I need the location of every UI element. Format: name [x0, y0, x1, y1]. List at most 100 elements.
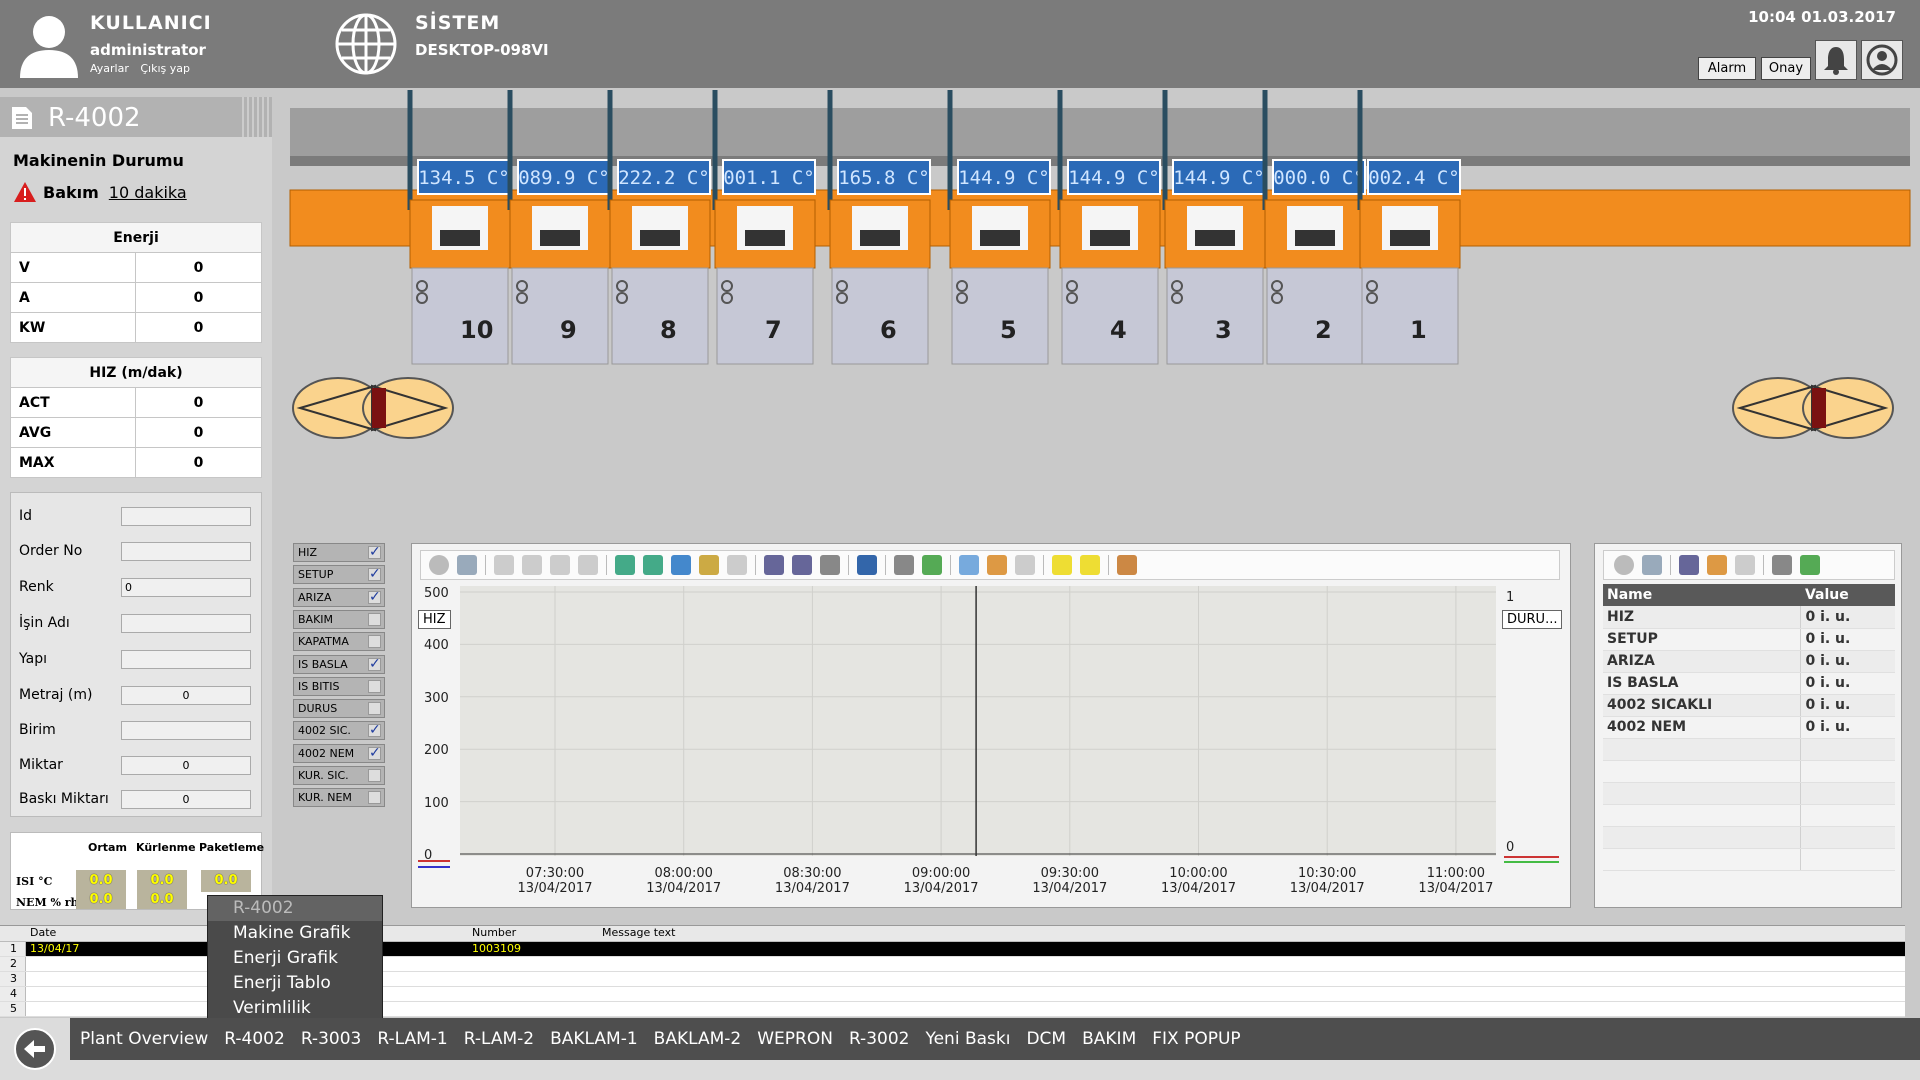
env-value: 0.0: [137, 891, 187, 909]
color-field[interactable]: 0: [121, 578, 251, 597]
help-icon[interactable]: [1614, 555, 1634, 575]
zoom-area-icon[interactable]: [615, 555, 635, 575]
temp-reading: 222.2 C°: [618, 167, 710, 189]
plot-area[interactable]: [460, 586, 1496, 856]
stats-icon[interactable]: [987, 555, 1007, 575]
checkbox[interactable]: ✓: [368, 657, 381, 671]
first-icon[interactable]: [494, 555, 514, 575]
right-reel-icon: [1732, 377, 1894, 439]
job-name-field[interactable]: [121, 614, 251, 633]
time-range-icon[interactable]: [820, 555, 840, 575]
series-toggle-4002-nem[interactable]: 4002 NEM ✓: [293, 743, 385, 763]
export-icon[interactable]: [922, 555, 942, 575]
nav-tab-r-3002[interactable]: R-3002: [849, 1029, 910, 1049]
empty-cell: [1603, 826, 1802, 849]
series-toggle-durus[interactable]: DURUS: [293, 699, 385, 719]
add-icon[interactable]: [1052, 555, 1072, 575]
field-label: Yapı: [19, 651, 47, 667]
nav-tab-r-lam-1[interactable]: R-LAM-1: [377, 1029, 447, 1049]
nav-tab-fix-popup[interactable]: FIX POPUP: [1152, 1029, 1240, 1049]
nav-tab-r-4002[interactable]: R-4002: [224, 1029, 285, 1049]
nav-tab-wepron[interactable]: WEPRON: [757, 1029, 833, 1049]
unit-number: 1: [1410, 316, 1427, 344]
export-icon[interactable]: [1800, 555, 1820, 575]
nav-tab-baklam-2[interactable]: BAKLAM-2: [654, 1029, 742, 1049]
nav-tab-r-3003[interactable]: R-3003: [301, 1029, 362, 1049]
settings-link[interactable]: Ayarlar: [90, 62, 129, 75]
series-toggle-setup[interactable]: SETUP ✓: [293, 565, 385, 585]
checkbox[interactable]: ✓: [368, 590, 381, 604]
checkbox[interactable]: ✓: [368, 567, 381, 582]
checkbox[interactable]: ✓: [368, 746, 381, 760]
id-field[interactable]: [121, 507, 251, 526]
zoom-in-icon[interactable]: [643, 555, 663, 575]
bell-button[interactable]: [1815, 40, 1857, 80]
nav-tab-r-lam-2[interactable]: R-LAM-2: [464, 1029, 534, 1049]
order-no-field[interactable]: [121, 542, 251, 561]
percent-icon[interactable]: [1117, 555, 1137, 575]
menu-item-energy-chart[interactable]: Enerji Grafik: [208, 946, 382, 971]
series-toggle-hiz[interactable]: HIZ ✓: [293, 543, 385, 562]
series-toggle-bakim[interactable]: BAKIM: [293, 609, 385, 629]
back-button[interactable]: [14, 1028, 56, 1070]
nav-tab-plant-overview[interactable]: Plant Overview: [80, 1029, 208, 1049]
checkbox[interactable]: [368, 635, 381, 649]
nav-tab-bakim[interactable]: BAKIM: [1082, 1029, 1136, 1049]
select-curves-icon[interactable]: [1679, 555, 1699, 575]
select-curves-icon[interactable]: [764, 555, 784, 575]
menu-item-energy-table[interactable]: Enerji Tablo: [208, 971, 382, 996]
empty-cell: [1800, 848, 1895, 871]
alarm-button[interactable]: Alarm: [1698, 57, 1756, 80]
move-icon[interactable]: [671, 555, 691, 575]
speed-key: AVG: [10, 417, 136, 448]
pause-icon[interactable]: [857, 555, 877, 575]
reset-zoom-icon[interactable]: [727, 555, 747, 575]
profile-button[interactable]: [1861, 40, 1903, 80]
checkbox[interactable]: ✓: [368, 545, 381, 559]
series-toggle-kapatma[interactable]: KAPATMA: [293, 632, 385, 652]
onay-button[interactable]: Onay: [1761, 57, 1811, 80]
stats-icon[interactable]: [1707, 555, 1727, 575]
checkbox[interactable]: [368, 791, 381, 805]
structure-field[interactable]: [121, 650, 251, 669]
y-tick-label: 500: [424, 586, 449, 601]
checkbox[interactable]: [368, 612, 381, 626]
print-icon[interactable]: [894, 555, 914, 575]
meterage-field[interactable]: 0: [121, 686, 251, 705]
series-toggle-kur-nem[interactable]: KUR. NEM: [293, 788, 385, 808]
last-icon[interactable]: [578, 555, 598, 575]
config-icon[interactable]: [457, 555, 477, 575]
checkbox[interactable]: [368, 702, 381, 716]
series-toggle-is-basla[interactable]: IS BASLA ✓: [293, 654, 385, 674]
menu-item-machine-chart[interactable]: Makine Grafik: [208, 921, 382, 946]
unit-field[interactable]: [121, 721, 251, 740]
prev-icon[interactable]: [522, 555, 542, 575]
function-icon[interactable]: [1735, 555, 1755, 575]
checkbox[interactable]: [368, 679, 381, 693]
remove-icon[interactable]: [1080, 555, 1100, 575]
zoom-y-icon[interactable]: [699, 555, 719, 575]
nav-tab-dcm[interactable]: DCM: [1026, 1029, 1066, 1049]
print-quantity-field[interactable]: 0: [121, 790, 251, 809]
help-icon[interactable]: [429, 555, 449, 575]
series-toggle-kur-sic-[interactable]: KUR. SIC.: [293, 766, 385, 785]
select-axes-icon[interactable]: [792, 555, 812, 575]
logout-link[interactable]: Çıkış yap: [140, 62, 190, 75]
series-toggle-ariza[interactable]: ARIZA ✓: [293, 587, 385, 607]
checkbox[interactable]: ✓: [368, 723, 381, 738]
status-duration[interactable]: 10 dakika: [109, 183, 187, 202]
series-toggle-is-bitis[interactable]: IS BITIS: [293, 676, 385, 696]
config-icon[interactable]: [1642, 555, 1662, 575]
y-tick-label: 400: [424, 638, 449, 654]
ruler-icon[interactable]: [959, 555, 979, 575]
function-icon[interactable]: [1015, 555, 1035, 575]
trend-chart-panel: HIZ DURU... 500 400 300 200 100 0 1 0 07:30:00 13…: [411, 543, 1571, 908]
series-toggle-4002-sic-[interactable]: 4002 SIC. ✓: [293, 721, 385, 741]
quantity-field[interactable]: 0: [121, 756, 251, 775]
checkbox[interactable]: [368, 769, 381, 782]
print-icon[interactable]: [1772, 555, 1792, 575]
nav-tab-baklam-1[interactable]: BAKLAM-1: [550, 1029, 638, 1049]
x-tick-date: 13/04/2017: [1289, 881, 1365, 896]
nav-tab-yeni-bask-[interactable]: Yeni Baskı: [925, 1029, 1010, 1049]
next-icon[interactable]: [550, 555, 570, 575]
